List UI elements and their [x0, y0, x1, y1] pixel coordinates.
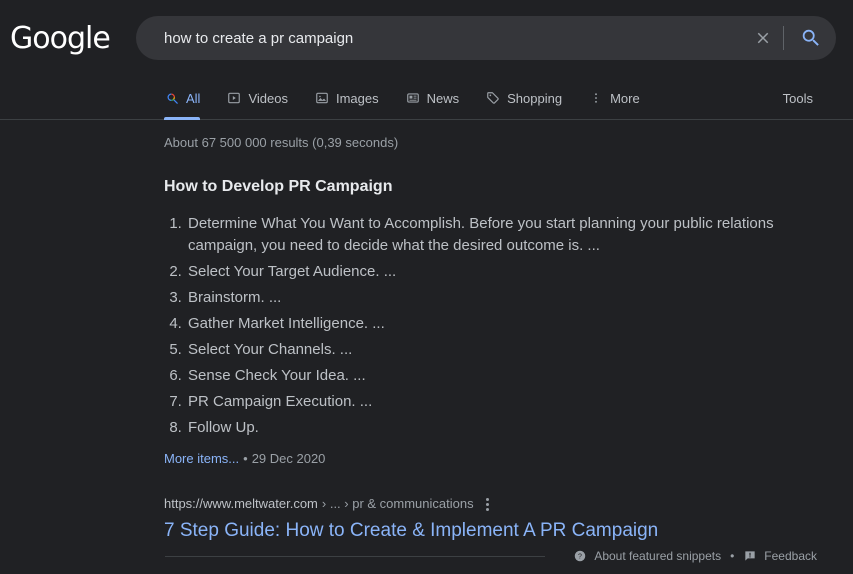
snippet-footer: ? About featured snippets • Feedback [0, 538, 853, 574]
feedback-link[interactable]: Feedback [743, 549, 817, 563]
list-item: Gather Market Intelligence. ... [186, 313, 824, 335]
svg-text:?: ? [578, 554, 582, 561]
featured-snippet-list: Determine What You Want to Accomplish. B… [164, 213, 824, 439]
snippet-date: 29 Dec 2020 [252, 451, 326, 466]
video-icon [226, 90, 242, 106]
list-item: Follow Up. [186, 417, 824, 439]
tab-more-label: More [610, 91, 640, 106]
news-icon [405, 90, 421, 106]
search-tabs: All Videos [164, 76, 666, 120]
search-input[interactable] [136, 17, 745, 59]
search-icon[interactable] [786, 16, 836, 60]
list-item: PR Campaign Execution. ... [186, 391, 824, 413]
tab-shopping-label: Shopping [507, 91, 562, 106]
tab-videos[interactable]: Videos [226, 76, 288, 120]
more-vertical-icon[interactable] [486, 498, 489, 511]
about-featured-snippets-link[interactable]: ? About featured snippets [573, 549, 721, 563]
tab-all[interactable]: All [164, 76, 200, 120]
about-featured-snippets-label: About featured snippets [594, 549, 721, 563]
tag-icon [485, 90, 501, 106]
search-tabs-bar: All Videos [0, 76, 853, 120]
google-logo[interactable]: Google [10, 22, 110, 56]
search-icon-color [164, 90, 180, 106]
tools-button[interactable]: Tools [783, 76, 813, 120]
tab-all-label: All [186, 91, 200, 106]
tab-shopping[interactable]: Shopping [485, 76, 562, 120]
tab-more[interactable]: More [588, 76, 640, 120]
tab-news-label: News [427, 91, 460, 106]
result-url-row: https://www.meltwater.com › ... › pr & c… [164, 495, 824, 513]
list-item: Select Your Channels. ... [186, 339, 824, 361]
help-circle-icon: ? [573, 549, 587, 563]
more-vertical-icon [588, 90, 604, 106]
search-bar[interactable] [136, 16, 836, 60]
breadcrumb: › ... › pr & communications [318, 495, 474, 513]
tab-videos-label: Videos [248, 91, 288, 106]
tab-news[interactable]: News [405, 76, 460, 120]
tab-images[interactable]: Images [314, 76, 379, 120]
list-item: Sense Check Your Idea. ... [186, 365, 824, 387]
results-column: About 67 500 000 results (0,39 seconds) … [164, 121, 824, 544]
close-icon[interactable] [745, 16, 781, 60]
list-item: Select Your Target Audience. ... [186, 261, 824, 283]
featured-snippet: How to Develop PR Campaign Determine Wha… [164, 177, 824, 466]
featured-snippet-meta: More items...•29 Dec 2020 [164, 451, 824, 466]
footer-separator: • [721, 549, 743, 563]
search-result: https://www.meltwater.com › ... › pr & c… [164, 495, 824, 544]
google-search-results-page: Google [0, 0, 853, 574]
result-stats: About 67 500 000 results (0,39 seconds) [164, 121, 824, 150]
image-icon [314, 90, 330, 106]
list-item: Determine What You Want to Accomplish. B… [186, 213, 824, 257]
page-header: Google [0, 0, 853, 76]
tab-images-label: Images [336, 91, 379, 106]
feedback-icon [743, 549, 757, 563]
footer-divider [165, 556, 545, 557]
feedback-label: Feedback [764, 549, 817, 563]
list-item: Brainstorm. ... [186, 287, 824, 309]
result-url[interactable]: https://www.meltwater.com [164, 495, 318, 513]
search-divider [783, 26, 784, 50]
featured-snippet-title: How to Develop PR Campaign [164, 177, 824, 197]
meta-separator: • [239, 451, 252, 466]
more-items-link[interactable]: More items... [164, 451, 239, 466]
